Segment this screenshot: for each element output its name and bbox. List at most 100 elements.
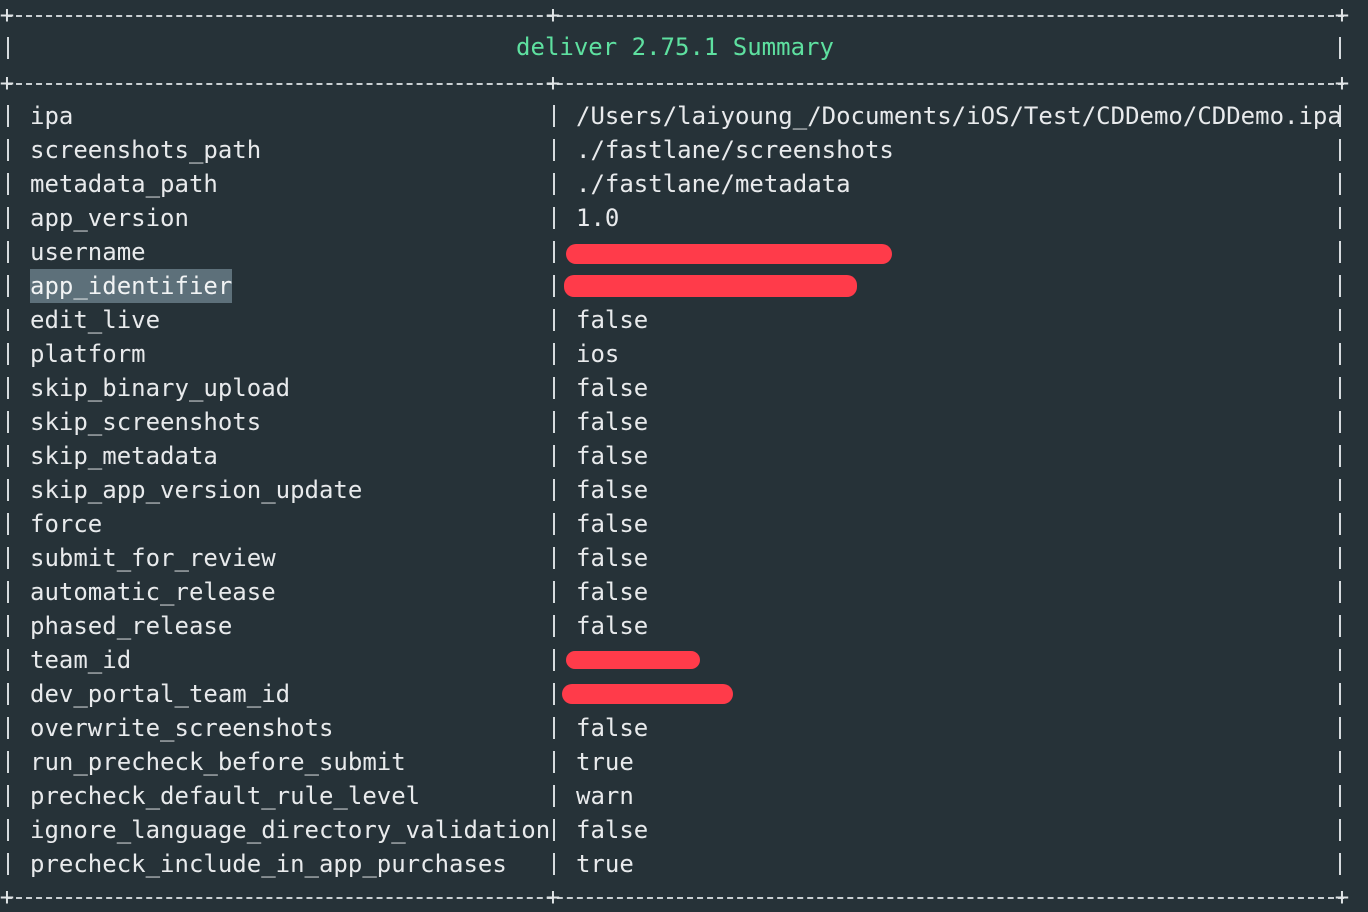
row-value: ./fastlane/screenshots (576, 136, 894, 164)
table-row: screenshots_path ./fastlane/screenshots (0, 133, 1368, 167)
table-row: precheck_default_rule_level warn (0, 779, 1368, 813)
border-left (7, 411, 9, 433)
border-left (7, 377, 9, 399)
column-separator (553, 207, 555, 229)
border-left (7, 547, 9, 569)
row-key: precheck_include_in_app_purchases (30, 850, 507, 878)
column-separator (553, 275, 555, 297)
table-row: app_identifier (0, 269, 1368, 303)
row-key: skip_metadata (30, 442, 218, 470)
border-right (1339, 309, 1341, 331)
column-separator (553, 513, 555, 535)
table-row: precheck_include_in_app_purchases true (0, 847, 1368, 881)
border-right (1339, 547, 1341, 569)
border-left (7, 105, 9, 127)
row-value: ios (576, 340, 620, 368)
border-right (1339, 343, 1341, 365)
table-row: dev_portal_team_id (0, 677, 1368, 711)
row-key: skip_app_version_update (30, 476, 363, 504)
row-key: run_precheck_before_submit (30, 748, 406, 776)
row-key: team_id (30, 646, 132, 674)
border-right (1339, 751, 1341, 773)
table-header-border (6, 83, 1344, 85)
border-right (1339, 683, 1341, 705)
row-key: precheck_default_rule_level (30, 782, 421, 810)
table-row: overwrite_screenshots false (0, 711, 1368, 745)
column-separator (553, 241, 555, 263)
row-value: true (576, 748, 634, 776)
column-separator (553, 139, 555, 161)
table-row: skip_metadata false (0, 439, 1368, 473)
column-separator (553, 615, 555, 637)
table-row: team_id (0, 643, 1368, 677)
border-right (1339, 37, 1341, 59)
border-left (7, 241, 9, 263)
border-left (7, 615, 9, 637)
border-right (1339, 173, 1341, 195)
column-separator (553, 173, 555, 195)
row-value: false (576, 578, 649, 606)
column-separator (553, 819, 555, 841)
table-row: ignore_language_directory_validation fals… (0, 813, 1368, 847)
border-right (1339, 581, 1341, 603)
border-right (1339, 717, 1341, 739)
row-value: false (576, 306, 649, 334)
border-right (1339, 139, 1341, 161)
border-corner: + (1334, 69, 1350, 97)
border-left (7, 785, 9, 807)
redaction-mark (562, 684, 733, 704)
border-right (1339, 615, 1341, 637)
table-bottom-border (6, 897, 1344, 899)
border-left (7, 139, 9, 161)
border-corner: + (0, 1, 15, 29)
column-separator (553, 547, 555, 569)
border-left (7, 479, 9, 501)
row-key: platform (30, 340, 146, 368)
row-key: phased_release (30, 612, 233, 640)
row-value: false (576, 816, 649, 844)
border-right (1339, 785, 1341, 807)
column-separator (553, 717, 555, 739)
table-top-border (6, 15, 1344, 17)
border-right (1339, 275, 1341, 297)
row-key: app_version (30, 204, 189, 232)
table-row: force false (0, 507, 1368, 541)
border-left (7, 581, 9, 603)
border-right (1339, 445, 1341, 467)
border-right (1339, 411, 1341, 433)
column-separator (553, 343, 555, 365)
row-value: /Users/laiyoung_/Documents/iOS/Test/CDDe… (576, 102, 1342, 130)
column-separator (553, 581, 555, 603)
table-row: skip_binary_upload false (0, 371, 1368, 405)
row-key: app_identifier (30, 269, 233, 303)
border-left (7, 751, 9, 773)
table-row: skip_app_version_update false (0, 473, 1368, 507)
table-row: metadata_path ./fastlane/metadata (0, 167, 1368, 201)
row-value: warn (576, 782, 634, 810)
border-corner: + (0, 69, 15, 97)
column-separator (553, 105, 555, 127)
border-right (1339, 105, 1341, 127)
row-key: force (30, 510, 103, 538)
row-key: skip_binary_upload (30, 374, 291, 402)
redaction-mark (564, 275, 857, 297)
row-value: true (576, 850, 634, 878)
border-left (7, 207, 9, 229)
column-separator (553, 479, 555, 501)
column-separator (553, 309, 555, 331)
row-key: ignore_language_directory_validation (30, 816, 551, 844)
summary-title: deliver 2.75.1 Summary (516, 33, 834, 61)
terminal-window: + + + deliver 2.75.1 Summary + + + ipa/U… (0, 0, 1368, 912)
border-left (7, 819, 9, 841)
column-separator (553, 445, 555, 467)
border-left (7, 275, 9, 297)
row-value: false (576, 408, 649, 436)
table-row: platform ios (0, 337, 1368, 371)
row-value: false (576, 476, 649, 504)
column-separator (553, 649, 555, 671)
border-corner: + (0, 883, 15, 911)
row-key: ipa (30, 102, 74, 130)
table-row: phased_release false (0, 609, 1368, 643)
border-corner: + (545, 883, 561, 911)
row-value: false (576, 374, 649, 402)
